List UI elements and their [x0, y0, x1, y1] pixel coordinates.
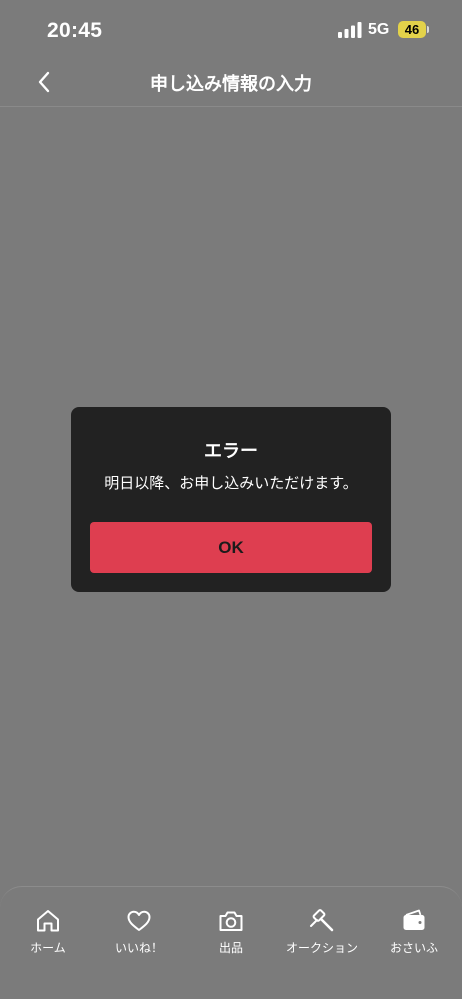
heart-icon [127, 910, 151, 931]
network-label: 5G [368, 21, 390, 38]
tab-label: いいね！ [114, 941, 163, 955]
header: 申し込み情報の入力 [0, 60, 462, 107]
bottom-tab-bar: ホーム いいね！ 出品 オークション おさいふ [0, 886, 462, 999]
tab-label: おさいふ [389, 941, 438, 955]
tab-sell[interactable]: 出品 [185, 907, 277, 957]
tab-likes[interactable]: いいね！ [93, 907, 185, 957]
battery-icon: 46 [398, 21, 429, 38]
tab-auction[interactable]: オークション [276, 907, 368, 957]
tab-label: 出品 [218, 941, 243, 955]
page-title: 申し込み情報の入力 [150, 74, 312, 95]
gavel-icon [310, 909, 334, 932]
tab-wallet[interactable]: おさいふ [368, 907, 460, 957]
dialog-title: エラー [204, 441, 258, 462]
camera-icon [219, 911, 243, 931]
tab-label: ホーム [30, 941, 66, 955]
ok-button[interactable]: OK [90, 522, 372, 573]
battery-level: 46 [398, 21, 426, 38]
dialog-message: 明日以降、お申し込みいただけます。 [104, 474, 358, 492]
status-time: 20:45 [47, 19, 103, 42]
status-bar: 20:45 5G 46 [0, 0, 462, 60]
battery-tip [427, 26, 429, 33]
signal-icon [338, 22, 362, 38]
home-icon [37, 910, 59, 932]
tab-home[interactable]: ホーム [2, 907, 94, 957]
tab-label: オークション [285, 941, 358, 955]
wallet-icon [403, 909, 425, 930]
error-dialog: エラー 明日以降、お申し込みいただけます。 OK [71, 407, 391, 592]
